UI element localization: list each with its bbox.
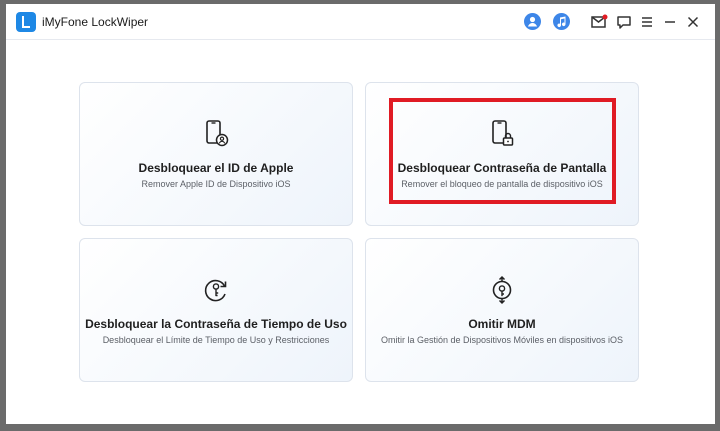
card-subtitle: Omitir la Gestión de Dispositivos Móvile… bbox=[380, 335, 624, 345]
minimize-icon[interactable] bbox=[660, 12, 680, 32]
highlight-box bbox=[389, 98, 616, 204]
unlock-apple-id-card[interactable]: Desbloquear el ID de Apple Remover Apple… bbox=[79, 82, 353, 226]
clock-key-icon bbox=[204, 279, 227, 302]
mail-icon[interactable] bbox=[589, 12, 609, 32]
bypass-mdm-card[interactable]: Omitir MDM Omitir la Gestión de Disposit… bbox=[365, 238, 639, 382]
music-icon[interactable] bbox=[553, 13, 570, 30]
card-title: Omitir MDM bbox=[468, 317, 536, 331]
card-title: Desbloquear el ID de Apple bbox=[138, 161, 294, 175]
card-subtitle: Desbloquear el Límite de Tiempo de Uso y… bbox=[102, 335, 330, 345]
phone-user-icon bbox=[206, 120, 229, 147]
close-icon[interactable] bbox=[683, 12, 703, 32]
user-icon[interactable] bbox=[524, 13, 541, 30]
menu-icon[interactable] bbox=[637, 12, 657, 32]
title-bar: iMyFone LockWiper bbox=[6, 4, 715, 40]
card-title: Desbloquear la Contraseña de Tiempo de U… bbox=[85, 317, 347, 331]
mdm-icon bbox=[492, 275, 512, 305]
app-title: iMyFone LockWiper bbox=[42, 15, 149, 29]
feedback-icon[interactable] bbox=[614, 12, 634, 32]
main-content: Desbloquear el ID de Apple Remover Apple… bbox=[6, 41, 715, 424]
app-logo-icon bbox=[16, 12, 36, 32]
unlock-screen-time-card[interactable]: Desbloquear la Contraseña de Tiempo de U… bbox=[79, 238, 353, 382]
app-window: iMyFone LockWiper Desbloquear el ID de A… bbox=[6, 4, 715, 424]
card-subtitle: Remover Apple ID de Dispositivo iOS bbox=[141, 179, 291, 189]
